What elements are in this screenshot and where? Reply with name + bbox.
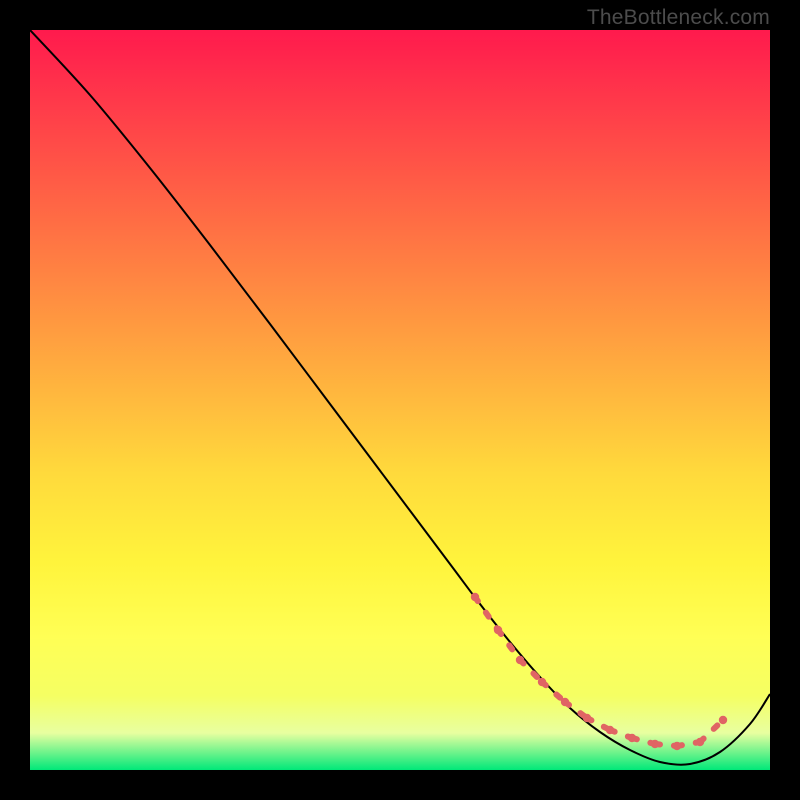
chart-frame: TheBottleneck.com xyxy=(0,0,800,800)
marker-dots xyxy=(471,593,727,750)
watermark-text: TheBottleneck.com xyxy=(587,6,770,30)
bottleneck-curve xyxy=(30,30,770,770)
plot-area xyxy=(30,30,770,770)
curve-line xyxy=(30,30,770,765)
